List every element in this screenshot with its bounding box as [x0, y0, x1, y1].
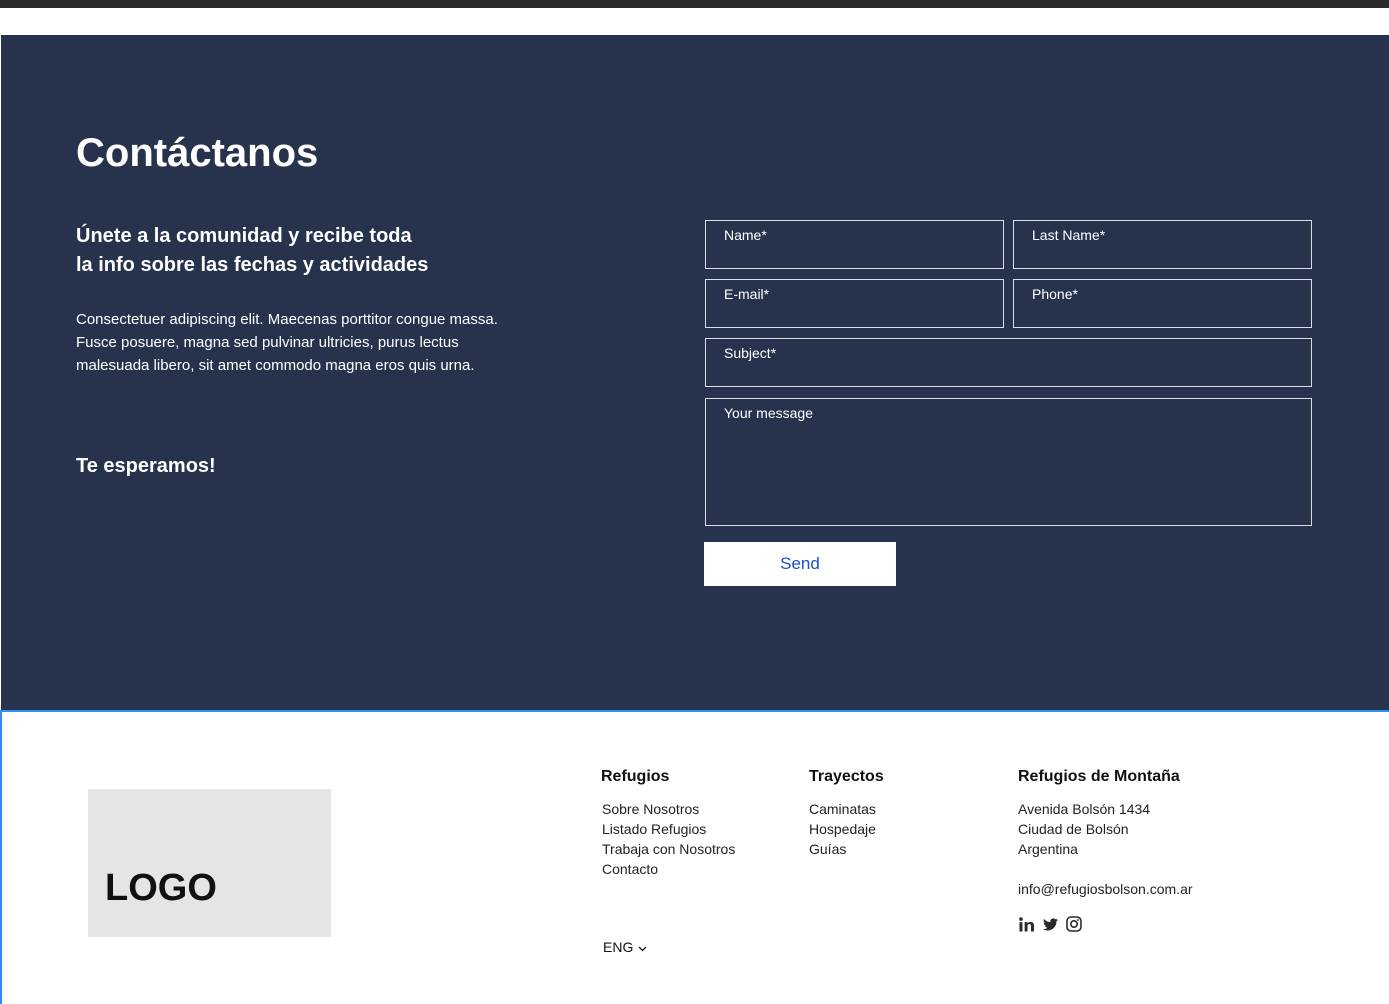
- logo[interactable]: LOGO: [88, 789, 331, 937]
- name-field-label: Name*: [724, 227, 767, 243]
- footer-email-link[interactable]: info@refugiosbolson.com.ar: [1018, 879, 1193, 899]
- footer-link-caminatas[interactable]: Caminatas: [809, 799, 884, 819]
- footer-link-sobre-nosotros[interactable]: Sobre Nosotros: [602, 799, 735, 819]
- footer-address-line-1: Avenida Bolsón 1434: [1018, 801, 1151, 817]
- footer-column-trayectos: Trayectos Caminatas Hospedaje Guías: [809, 768, 884, 859]
- contact-section: Contáctanos Únete a la comunidad y recib…: [1, 35, 1389, 710]
- footer-link-guias[interactable]: Guías: [809, 839, 884, 859]
- twitter-icon[interactable]: [1042, 916, 1058, 932]
- language-label: ENG: [603, 939, 634, 955]
- contact-closing: Te esperamos!: [76, 455, 216, 477]
- footer-link-contacto[interactable]: Contacto: [602, 859, 735, 879]
- last-name-field-label: Last Name*: [1032, 227, 1106, 243]
- social-links: [1018, 916, 1082, 932]
- phone-field-label: Phone*: [1032, 286, 1078, 302]
- footer: LOGO Refugios Sobre Nosotros Listado Ref…: [0, 710, 1389, 1004]
- footer-column-company: Refugios de Montaña Avenida Bolsón 1434 …: [1018, 768, 1193, 899]
- send-button[interactable]: Send: [704, 542, 896, 586]
- email-field-label: E-mail*: [724, 286, 770, 302]
- footer-link-hospedaje[interactable]: Hospedaje: [809, 819, 884, 839]
- top-bar: [0, 0, 1389, 8]
- footer-heading-refugios: Refugios: [601, 768, 670, 785]
- footer-heading-trayectos: Trayectos: [809, 768, 884, 785]
- contact-title: Contáctanos: [76, 131, 319, 175]
- footer-heading-company: Refugios de Montaña: [1018, 768, 1180, 785]
- footer-link-listado-refugios[interactable]: Listado Refugios: [602, 819, 735, 839]
- linkedin-icon[interactable]: [1018, 916, 1034, 932]
- contact-subtitle-line-1: Únete a la comunidad y recibe toda: [76, 225, 412, 247]
- contact-subtitle: Únete a la comunidad y recibe toda la in…: [76, 222, 496, 280]
- instagram-icon[interactable]: [1066, 916, 1082, 932]
- language-selector[interactable]: ENG: [603, 938, 647, 956]
- logo-text: LOGO: [105, 867, 217, 909]
- subject-field-label: Subject*: [724, 345, 777, 361]
- footer-column-refugios: Refugios Sobre Nosotros Listado Refugios…: [601, 768, 735, 879]
- message-field[interactable]: Your message: [705, 398, 1312, 526]
- message-field-label: Your message: [724, 405, 813, 421]
- footer-address-line-2: Ciudad de Bolsón: [1018, 821, 1129, 837]
- footer-address-line-3: Argentina: [1018, 841, 1078, 857]
- contact-subtitle-line-2: la info sobre las fechas y actividades: [76, 254, 429, 276]
- last-name-field[interactable]: Last Name*: [1013, 220, 1312, 269]
- name-field[interactable]: Name*: [705, 220, 1004, 269]
- footer-link-trabaja-con-nosotros[interactable]: Trabaja con Nosotros: [602, 839, 735, 859]
- subject-field[interactable]: Subject*: [705, 338, 1312, 387]
- chevron-down-icon: [638, 938, 647, 956]
- email-field[interactable]: E-mail*: [705, 279, 1004, 328]
- contact-description: Consectetuer adipiscing elit. Maecenas p…: [76, 311, 498, 374]
- phone-field[interactable]: Phone*: [1013, 279, 1312, 328]
